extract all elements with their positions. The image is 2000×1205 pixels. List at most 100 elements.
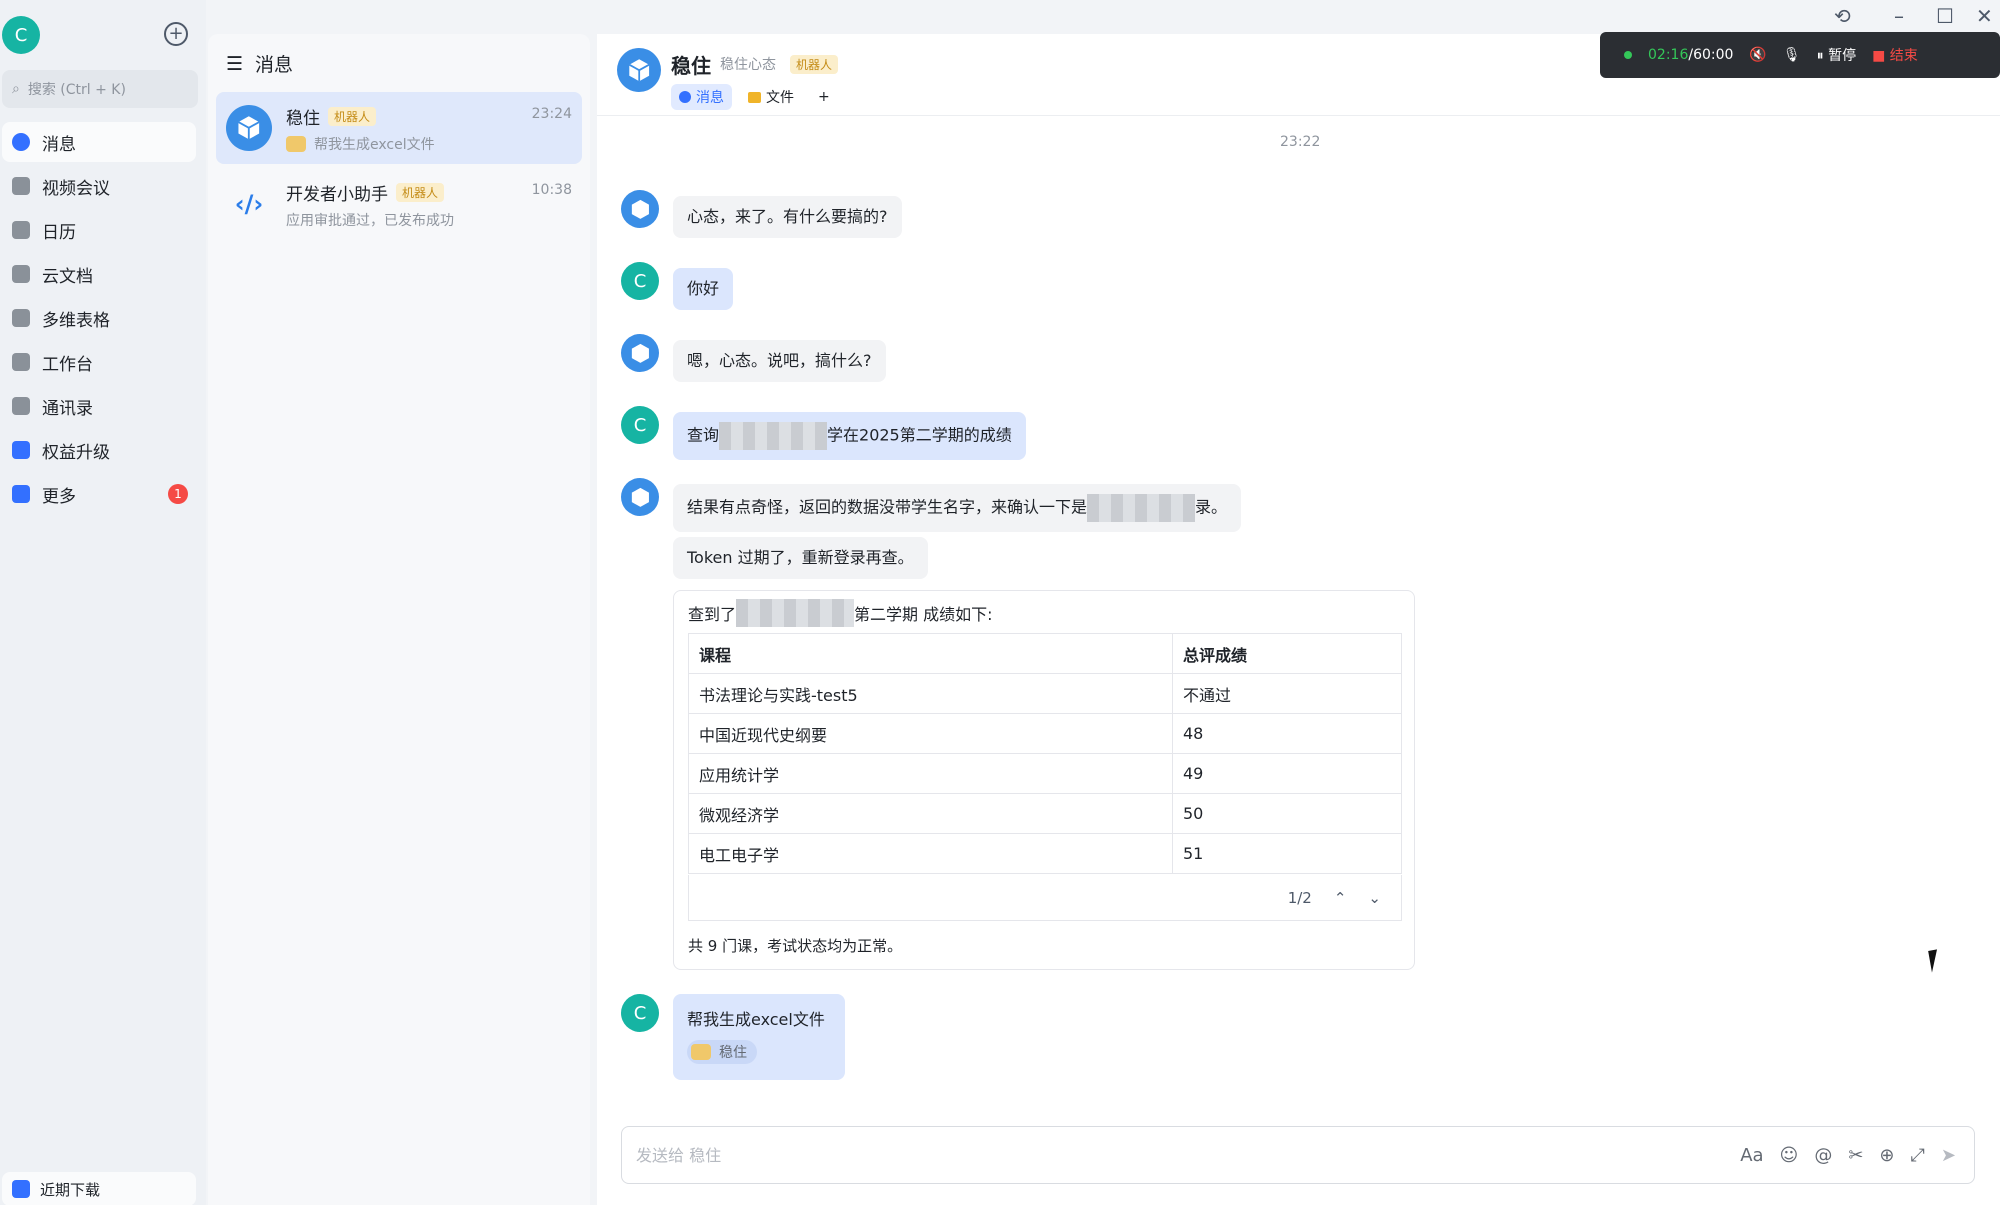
conversation-item[interactable]: 稳住 机器人 23:24 帮我生成excel文件: [216, 92, 582, 164]
conversation-time: 23:24: [531, 106, 572, 122]
reaction-chip[interactable]: 稳住: [687, 1040, 757, 1064]
chat-subtitle: 稳住心态: [720, 57, 776, 73]
close-icon[interactable]: ✕: [1976, 4, 1993, 28]
base-icon: [12, 309, 30, 327]
conversation-item[interactable]: ‹/› 开发者小助手 机器人 10:38 应用审批通过，已发布成功: [216, 168, 582, 240]
search-icon: ⌕: [12, 81, 20, 97]
table-cell: 50: [1172, 793, 1402, 834]
mic-mute-icon[interactable]: 🎙: [1783, 47, 1801, 63]
nav-item-messages[interactable]: 消息: [2, 122, 196, 162]
table-pager: 1/2 ⌃ ⌄: [688, 875, 1402, 921]
conversation-preview: 应用审批通过，已发布成功: [286, 213, 454, 229]
nav-item-upgrade[interactable]: 权益升级: [2, 430, 196, 470]
table-cell: 49: [1172, 753, 1402, 794]
emoji-icon[interactable]: ☺: [1780, 1145, 1799, 1166]
diamond-icon: [12, 441, 30, 459]
redacted-name: [1087, 494, 1196, 522]
search-placeholder: 搜索 (Ctrl + K): [27, 82, 126, 98]
table-cell: 不通过: [1172, 673, 1402, 714]
table-row: 书法理论与实践-test5 不通过: [688, 673, 1402, 714]
cube-icon: [631, 343, 649, 363]
message-icon: [679, 91, 691, 103]
redacted-name: [719, 422, 828, 450]
tab-files[interactable]: 文件: [740, 84, 802, 110]
conversation-name: 稳住: [286, 109, 320, 129]
download-icon: [12, 1180, 30, 1198]
minimize-icon[interactable]: –: [1894, 4, 1904, 28]
history-icon[interactable]: ⟲: [1834, 4, 1851, 28]
recent-downloads[interactable]: 近期下载: [2, 1172, 196, 1205]
tab-messages[interactable]: 消息: [671, 84, 732, 110]
maximize-icon[interactable]: ☐: [1936, 4, 1954, 28]
conversation-list: ☰ 消息 稳住 机器人 23:24 帮我生成excel文件 ‹/› 开发者小助手…: [208, 34, 590, 1205]
nav-item-more[interactable]: 更多 1: [2, 474, 196, 514]
table-cell: 中国近现代史纲要: [688, 713, 1173, 754]
conversation-name: 开发者小助手: [286, 185, 388, 205]
recording-dot-icon: [1624, 51, 1632, 59]
cube-icon: [628, 58, 650, 81]
table-row: 应用统计学 49: [688, 753, 1402, 794]
user-avatar[interactable]: C: [621, 406, 659, 444]
add-circle-icon[interactable]: ⊕: [1879, 1145, 1894, 1166]
nav-item-base[interactable]: 多维表格: [2, 298, 196, 338]
table-header-row: 课程 总评成绩: [688, 633, 1402, 674]
scissors-icon[interactable]: ✂: [1848, 1145, 1863, 1166]
grades-card: 查到了 第二学期 成绩如下: 课程 总评成绩 书法理论与实践-test5 不通过 …: [673, 590, 1415, 970]
pause-button[interactable]: ⏸ 暂停: [1817, 45, 1856, 65]
expand-icon[interactable]: ⤢: [1911, 1145, 1925, 1166]
message-input[interactable]: [636, 1145, 1741, 1165]
table-cell: 51: [1172, 833, 1402, 874]
search-box[interactable]: ⌕ 搜索 (Ctrl + K): [2, 70, 198, 108]
nav-item-calendar[interactable]: 日历: [2, 210, 196, 250]
nav-item-docs[interactable]: 云文档: [2, 254, 196, 294]
cube-icon: [631, 199, 649, 219]
table-cell: 书法理论与实践-test5: [688, 673, 1173, 714]
folder-icon: [748, 91, 761, 103]
mention-icon[interactable]: @: [1814, 1145, 1832, 1166]
calendar-icon: [12, 221, 30, 239]
chat-pane: 稳住 稳住心态 机器人 消息 文件 + 23:22 心态，来了。有什么要搞的? …: [597, 34, 2000, 1205]
user-avatar[interactable]: C: [621, 262, 659, 300]
create-plus-icon[interactable]: +: [164, 22, 188, 46]
bot-message: Token 过期了，重新登录再查。: [673, 537, 928, 580]
bot-avatar: [226, 105, 272, 151]
column-header: 课程: [688, 633, 1173, 674]
send-icon[interactable]: ➤: [1941, 1145, 1956, 1166]
message-composer: Aa ☺ @ ✂ ⊕ ⤢ ➤: [621, 1126, 1975, 1184]
message-timestamp: 23:22: [1280, 134, 1321, 150]
format-icon[interactable]: Aa: [1740, 1145, 1763, 1166]
bot-tag: 机器人: [328, 107, 377, 126]
nav-item-contacts[interactable]: 通讯录: [2, 386, 196, 426]
doc-icon: [12, 265, 30, 283]
bot-avatar[interactable]: [621, 334, 659, 372]
user-avatar[interactable]: C: [2, 16, 40, 54]
chevron-down-icon[interactable]: ⌄: [1368, 889, 1381, 907]
user-avatar[interactable]: C: [621, 994, 659, 1032]
page-indicator: 1/2: [1287, 888, 1312, 907]
bot-emoji-icon: [286, 136, 306, 152]
bot-avatar[interactable]: [621, 478, 659, 516]
speaker-mute-icon[interactable]: 🔇: [1749, 47, 1766, 63]
chevron-up-icon[interactable]: ⌃: [1334, 889, 1347, 907]
column-header: 总评成绩: [1172, 633, 1402, 674]
end-button[interactable]: ■ 结束: [1872, 45, 1918, 65]
table-cell: 微观经济学: [688, 793, 1173, 834]
code-icon: ‹/›: [234, 190, 264, 218]
user-message: 帮我生成excel文件 稳住: [673, 994, 845, 1080]
add-tab-button[interactable]: +: [810, 86, 838, 108]
bot-message: 心态，来了。有什么要搞的?: [673, 196, 902, 239]
recording-toolbar: 02:16/60:00 🔇 🎙 ⏸ 暂停 ■ 结束: [1600, 32, 2000, 78]
bot-avatar[interactable]: [621, 190, 659, 228]
nav-item-workplace[interactable]: 工作台: [2, 342, 196, 382]
card-footer: 共 9 门课，考试状态均为正常。: [688, 937, 903, 955]
bot-tag: 机器人: [790, 54, 839, 74]
list-filter-icon[interactable]: ☰: [226, 53, 243, 75]
nav-item-video-meeting[interactable]: 视频会议: [2, 166, 196, 206]
user-message: 查询 学在2025第二学期的成绩: [673, 412, 1026, 460]
bot-tag: 机器人: [396, 183, 445, 202]
bot-avatar[interactable]: [617, 48, 661, 92]
chat-icon: [12, 133, 30, 151]
table-cell: 电工电子学: [688, 833, 1173, 874]
table-row: 中国近现代史纲要 48: [688, 713, 1402, 754]
notification-badge: 1: [168, 484, 188, 504]
